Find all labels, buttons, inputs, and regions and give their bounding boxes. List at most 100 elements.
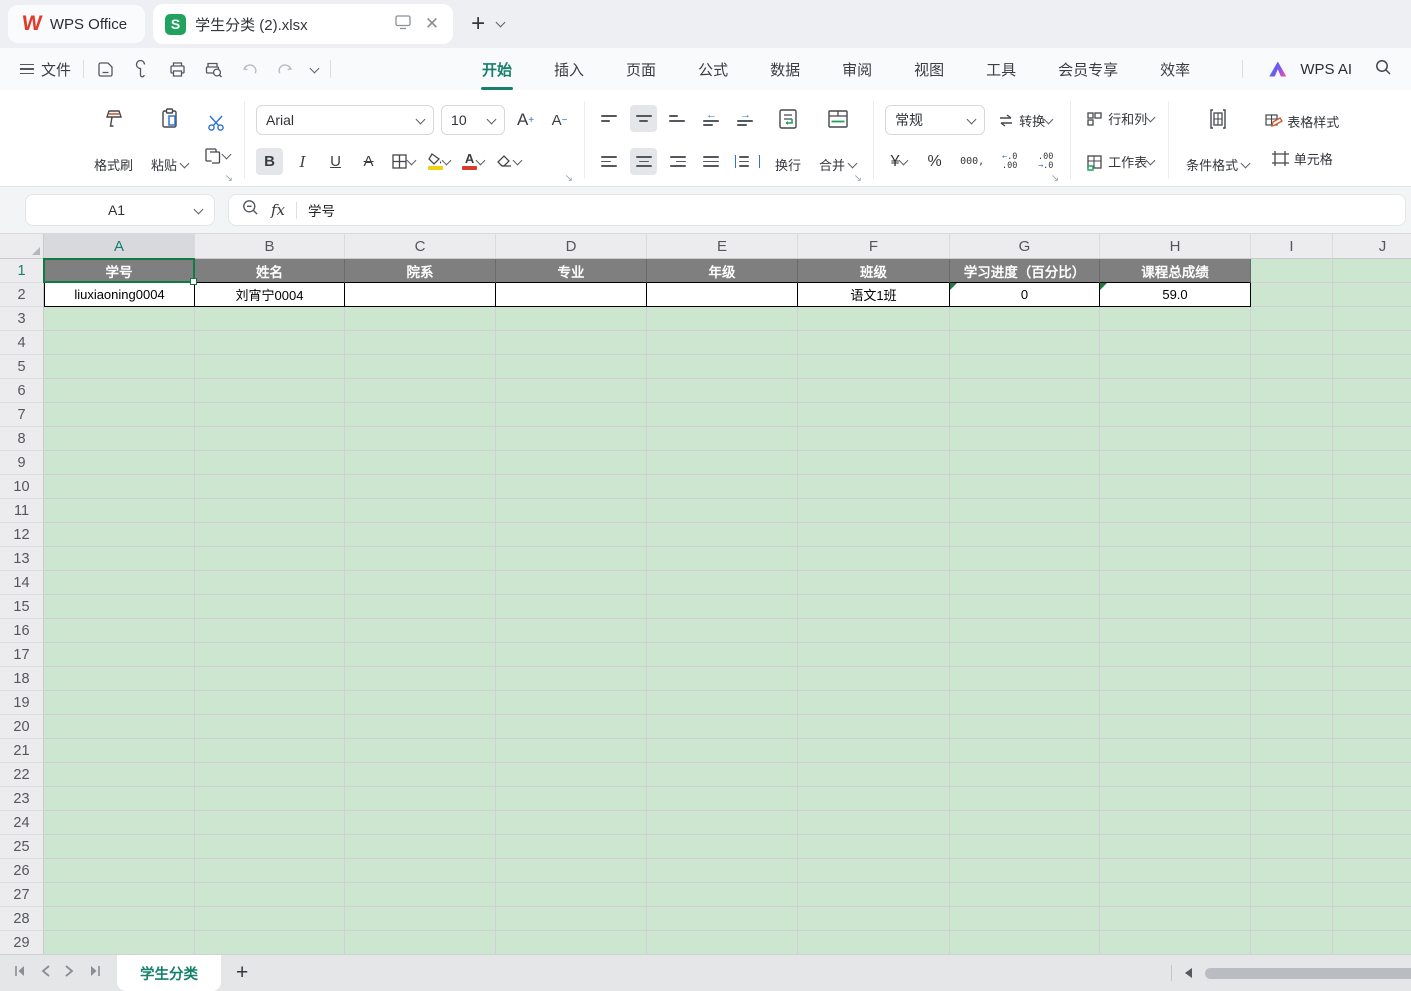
- cell-A17[interactable]: [44, 643, 195, 667]
- cell-E13[interactable]: [647, 547, 798, 571]
- row-header-20[interactable]: 20: [0, 715, 44, 739]
- cell-E6[interactable]: [647, 379, 798, 403]
- share-screen-icon[interactable]: [394, 14, 412, 35]
- table-style-button[interactable]: 表格样式: [1261, 108, 1342, 135]
- cell-A29[interactable]: [44, 931, 195, 954]
- cell-I3[interactable]: [1251, 307, 1333, 331]
- add-sheet-button[interactable]: +: [236, 961, 248, 985]
- percent-button[interactable]: %: [921, 148, 948, 175]
- cell-C7[interactable]: [345, 403, 496, 427]
- row-header-14[interactable]: 14: [0, 571, 44, 595]
- name-box-chevron-icon[interactable]: [194, 204, 204, 214]
- cell-A26[interactable]: [44, 859, 195, 883]
- tab-data[interactable]: 数据: [749, 50, 821, 89]
- cell-A25[interactable]: [44, 835, 195, 859]
- cell-I1[interactable]: [1251, 259, 1333, 283]
- cell-B15[interactable]: [195, 595, 345, 619]
- prev-sheet-icon[interactable]: [41, 964, 50, 982]
- column-header-I[interactable]: I: [1251, 234, 1333, 259]
- cell-F18[interactable]: [798, 667, 950, 691]
- cell-E29[interactable]: [647, 931, 798, 954]
- format-painter-button[interactable]: 格式刷: [88, 102, 139, 178]
- cell-G23[interactable]: [950, 787, 1100, 811]
- cell-G19[interactable]: [950, 691, 1100, 715]
- cell-C11[interactable]: [345, 499, 496, 523]
- cell-F27[interactable]: [798, 883, 950, 907]
- cell-F19[interactable]: [798, 691, 950, 715]
- tab-list-chevron-icon[interactable]: [497, 15, 504, 33]
- row-header-17[interactable]: 17: [0, 643, 44, 667]
- row-header-28[interactable]: 28: [0, 907, 44, 931]
- cell-B17[interactable]: [195, 643, 345, 667]
- cell-E25[interactable]: [647, 835, 798, 859]
- cell-C26[interactable]: [345, 859, 496, 883]
- cell-I19[interactable]: [1251, 691, 1333, 715]
- cell-J6[interactable]: [1333, 379, 1411, 403]
- cell-A19[interactable]: [44, 691, 195, 715]
- cell-C18[interactable]: [345, 667, 496, 691]
- clipboard-expand-icon[interactable]: ↘: [225, 173, 233, 184]
- cell-C23[interactable]: [345, 787, 496, 811]
- cell-F10[interactable]: [798, 475, 950, 499]
- cell-H20[interactable]: [1100, 715, 1251, 739]
- quick-access-more-icon[interactable]: [311, 61, 318, 78]
- cell-D10[interactable]: [496, 475, 647, 499]
- rows-columns-button[interactable]: 行和列: [1082, 105, 1157, 132]
- row-header-1[interactable]: 1: [0, 259, 44, 283]
- cell-I26[interactable]: [1251, 859, 1333, 883]
- cell-B23[interactable]: [195, 787, 345, 811]
- cell-B6[interactable]: [195, 379, 345, 403]
- cell-H23[interactable]: [1100, 787, 1251, 811]
- cell-F1[interactable]: 班级: [798, 259, 950, 283]
- cell-B12[interactable]: [195, 523, 345, 547]
- cell-G4[interactable]: [950, 331, 1100, 355]
- cell-B22[interactable]: [195, 763, 345, 787]
- row-header-13[interactable]: 13: [0, 547, 44, 571]
- function-search-icon[interactable]: [241, 198, 260, 222]
- cell-A23[interactable]: [44, 787, 195, 811]
- cell-H26[interactable]: [1100, 859, 1251, 883]
- name-box[interactable]: A1: [25, 194, 215, 226]
- increase-indent-button[interactable]: →: [732, 105, 759, 132]
- align-center-button[interactable]: [630, 148, 657, 175]
- cell-E22[interactable]: [647, 763, 798, 787]
- cell-J9[interactable]: [1333, 451, 1411, 475]
- tab-tools[interactable]: 工具: [965, 50, 1037, 89]
- cell-B2[interactable]: 刘宵宁0004: [195, 283, 345, 307]
- column-header-A[interactable]: A: [44, 234, 195, 259]
- cell-G8[interactable]: [950, 427, 1100, 451]
- row-header-26[interactable]: 26: [0, 859, 44, 883]
- cell-A11[interactable]: [44, 499, 195, 523]
- column-header-G[interactable]: G: [950, 234, 1100, 259]
- export-icon[interactable]: [132, 60, 151, 79]
- row-header-11[interactable]: 11: [0, 499, 44, 523]
- row-header-27[interactable]: 27: [0, 883, 44, 907]
- cell-I20[interactable]: [1251, 715, 1333, 739]
- cell-B21[interactable]: [195, 739, 345, 763]
- cell-E14[interactable]: [647, 571, 798, 595]
- cell-B4[interactable]: [195, 331, 345, 355]
- row-header-24[interactable]: 24: [0, 811, 44, 835]
- cell-E8[interactable]: [647, 427, 798, 451]
- cell-J25[interactable]: [1333, 835, 1411, 859]
- cell-G18[interactable]: [950, 667, 1100, 691]
- tab-efficiency[interactable]: 效率: [1139, 50, 1211, 89]
- cell-A27[interactable]: [44, 883, 195, 907]
- cell-I27[interactable]: [1251, 883, 1333, 907]
- cell-E18[interactable]: [647, 667, 798, 691]
- next-sheet-icon[interactable]: [65, 964, 74, 982]
- align-right-button[interactable]: [664, 148, 691, 175]
- cell-E4[interactable]: [647, 331, 798, 355]
- document-tab[interactable]: S 学生分类 (2).xlsx ✕: [153, 4, 453, 44]
- cell-I22[interactable]: [1251, 763, 1333, 787]
- cell-D8[interactable]: [496, 427, 647, 451]
- cell-F15[interactable]: [798, 595, 950, 619]
- cell-F13[interactable]: [798, 547, 950, 571]
- column-header-J[interactable]: J: [1333, 234, 1411, 259]
- cell-I17[interactable]: [1251, 643, 1333, 667]
- cell-J29[interactable]: [1333, 931, 1411, 954]
- cell-J24[interactable]: [1333, 811, 1411, 835]
- cell-A2[interactable]: liuxiaoning0004: [44, 283, 195, 307]
- cell-J18[interactable]: [1333, 667, 1411, 691]
- cell-J26[interactable]: [1333, 859, 1411, 883]
